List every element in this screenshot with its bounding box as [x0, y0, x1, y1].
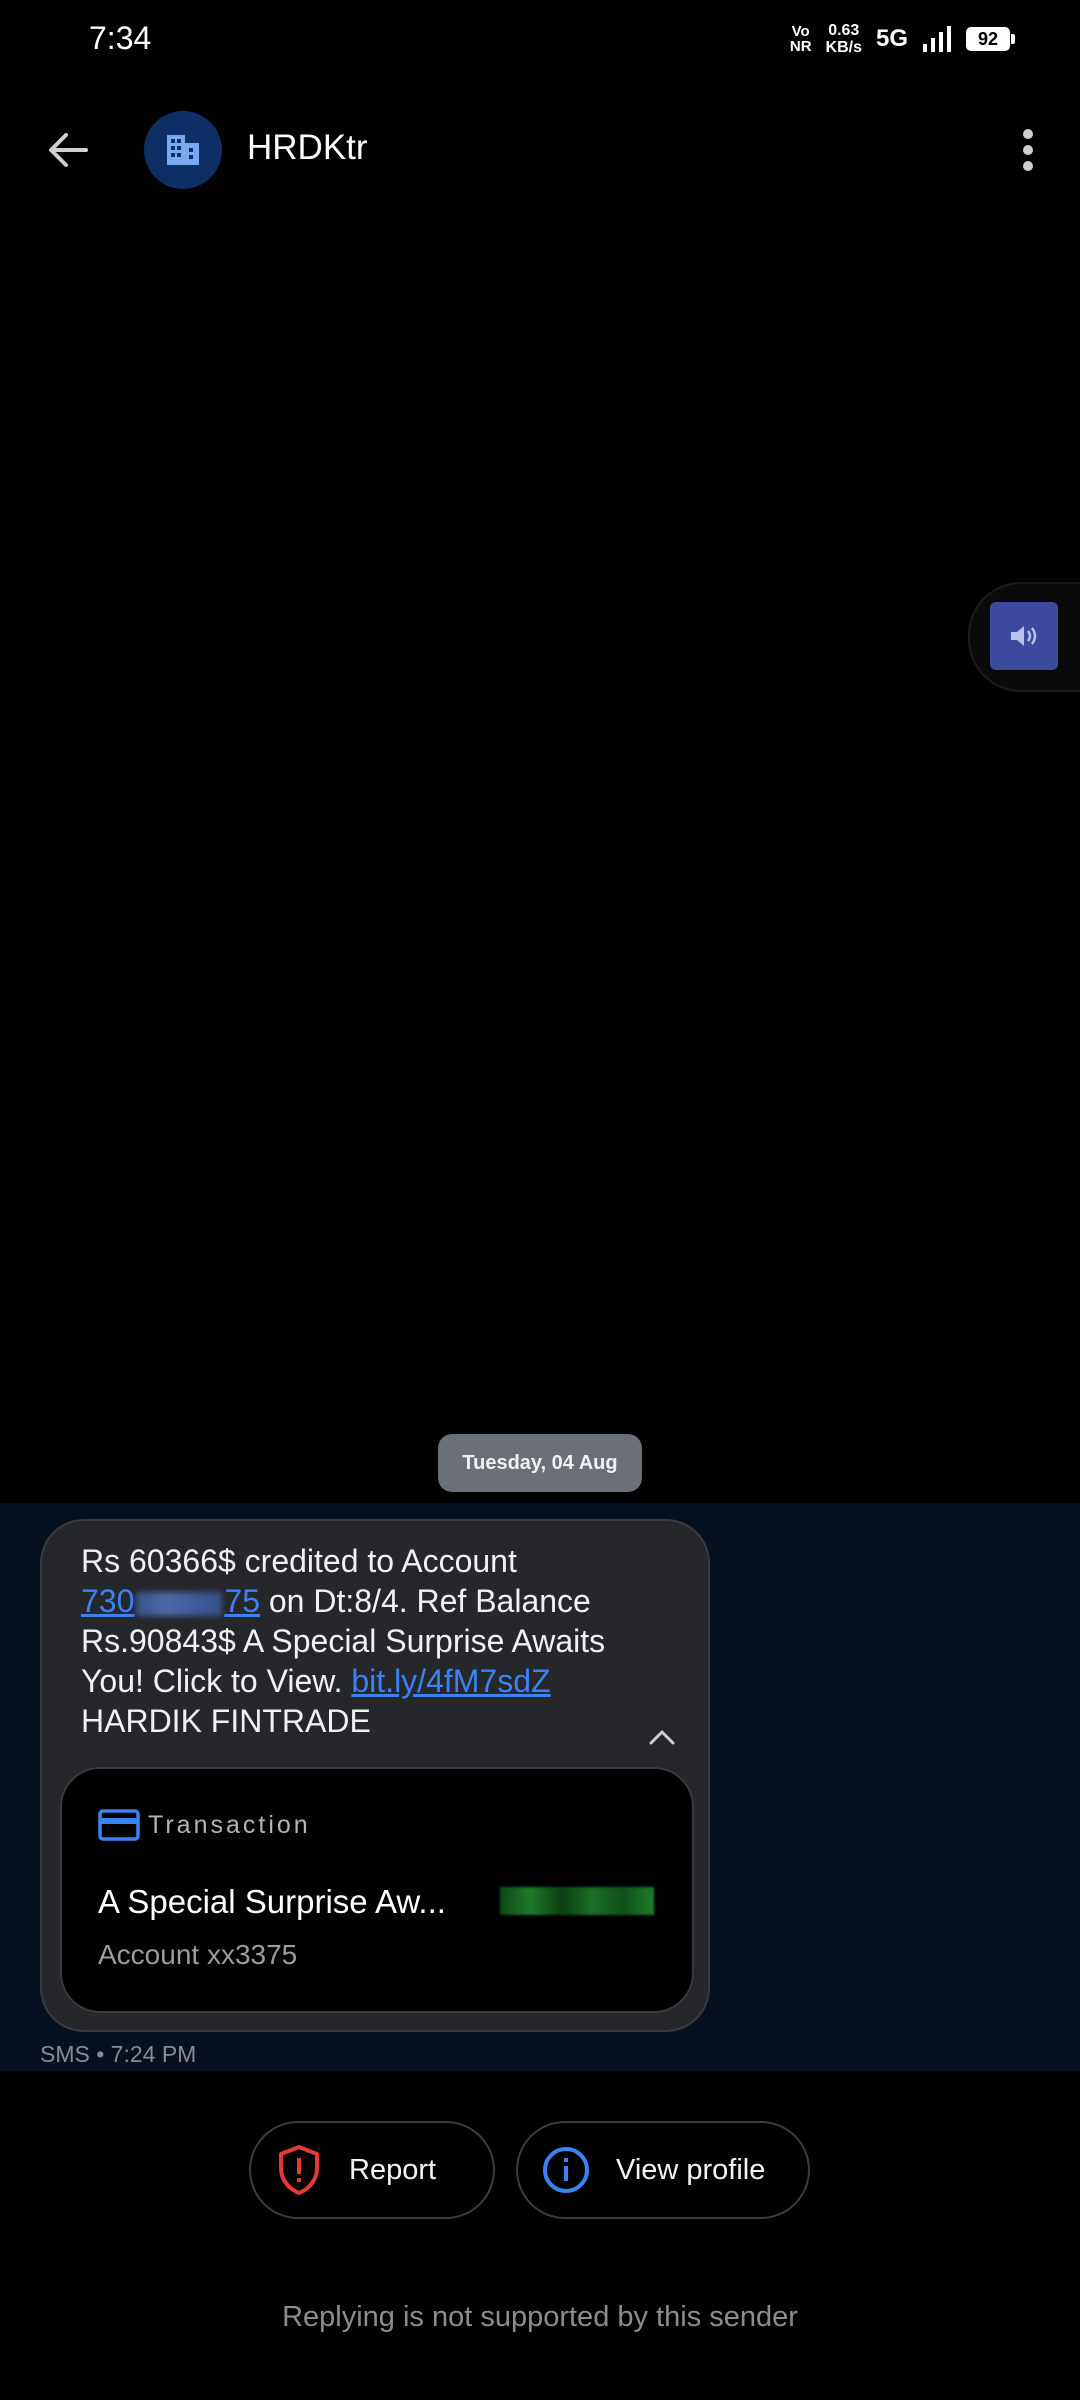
message-link[interactable]: bit.ly/4fM7sdZ — [351, 1663, 550, 1699]
chevron-up-icon — [649, 1730, 675, 1745]
conversation-toolbar: HRDKtr — [0, 100, 1080, 200]
report-label: Report — [349, 2153, 437, 2186]
avatar[interactable] — [144, 111, 222, 189]
card-title: A Special Surprise Aw... — [98, 1883, 446, 1920]
card-subtitle: Account xx3375 — [98, 1939, 298, 1970]
battery-icon: 92 — [966, 27, 1015, 51]
message-text: Rs 60366$ credited to Account 730 75 on D… — [81, 1543, 606, 1739]
message-area: Rs 60366$ credited to Account 730 75 on D… — [0, 1503, 1080, 2071]
back-arrow-icon — [49, 133, 88, 167]
redacted-amount — [500, 1887, 654, 1915]
more-options-button[interactable] — [998, 120, 1058, 180]
info-icon — [543, 2147, 589, 2193]
status-clock: 7:34 — [89, 20, 152, 56]
floating-sound-button[interactable] — [990, 602, 1058, 670]
transaction-card[interactable]: Transaction A Special Surprise Aw... Acc… — [60, 1767, 694, 2013]
signal-icon — [923, 26, 951, 52]
report-shield-icon — [279, 2145, 319, 2195]
more-vert-icon — [1023, 129, 1033, 171]
card-header: Transaction — [98, 1809, 311, 1841]
report-button[interactable]: Report — [249, 2121, 495, 2219]
account-number-link[interactable]: 730 75 — [81, 1583, 260, 1619]
message-meta: SMS • 7:24 PM — [40, 2041, 197, 2067]
network-speed: 0.63 KB/s — [825, 22, 862, 56]
view-profile-label: View profile — [616, 2153, 766, 2186]
collapse-button[interactable] — [640, 1719, 684, 1755]
business-building-icon — [167, 135, 199, 165]
sender-name[interactable]: HRDKtr — [247, 128, 368, 168]
credit-card-icon — [98, 1809, 140, 1841]
reply-unsupported-note: Replying is not supported by this sender — [282, 2301, 798, 2333]
date-separator: Tuesday, 04 Aug — [438, 1434, 642, 1492]
status-bar: 7:34 Vo NR 0.63 KB/s 5G 92 — [0, 0, 1080, 80]
status-icons: Vo NR 0.63 KB/s 5G 92 — [789, 22, 1015, 56]
view-profile-button[interactable]: View profile — [516, 2121, 810, 2219]
network-type: 5G — [875, 25, 908, 52]
back-button[interactable] — [36, 120, 100, 180]
redacted-digits — [136, 1591, 223, 1616]
floating-sound-handle[interactable] — [968, 582, 1080, 692]
card-type-label: Transaction — [148, 1810, 311, 1839]
speaker-icon — [1011, 626, 1037, 646]
volte-indicator: Vo NR — [789, 23, 812, 55]
message-bubble[interactable]: Rs 60366$ credited to Account 730 75 on D… — [40, 1519, 710, 2032]
